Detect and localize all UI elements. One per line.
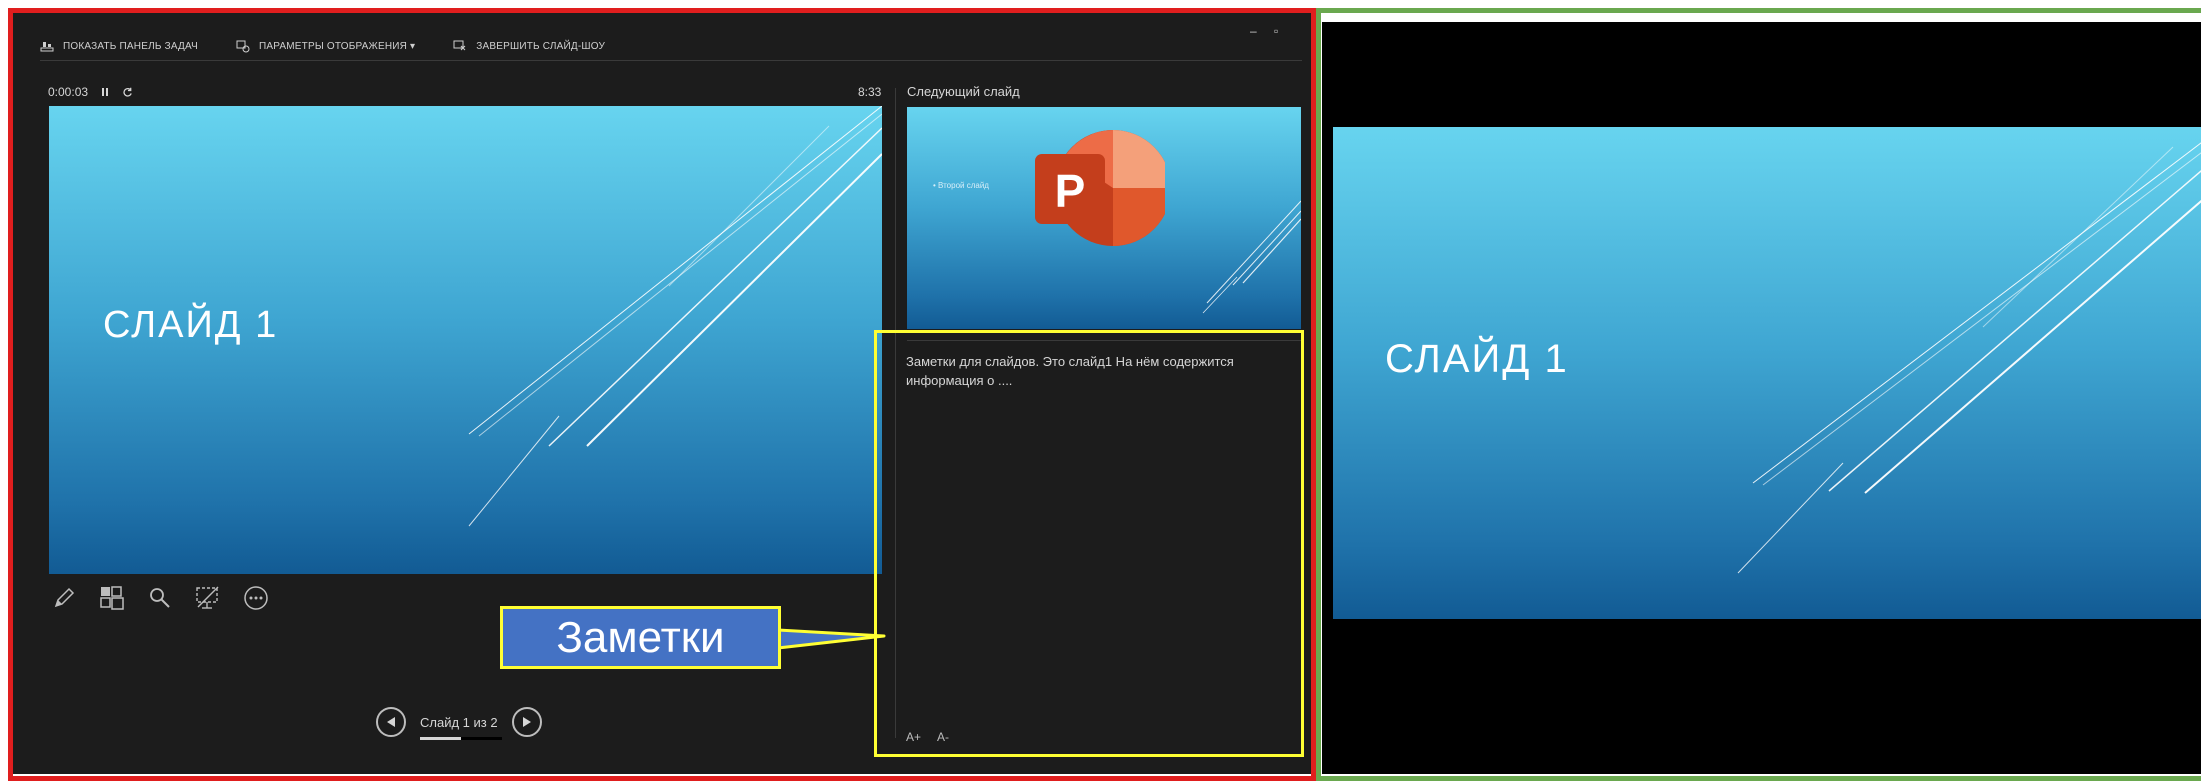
- taskbar-icon: [40, 42, 54, 52]
- zoom-button[interactable]: [146, 584, 174, 612]
- reset-icon[interactable]: [122, 87, 133, 98]
- next-slide-bullet: • Второй слайд: [933, 181, 989, 190]
- slide-pager: Слайд 1 из 2: [376, 707, 542, 740]
- slide-counter[interactable]: Слайд 1 из 2: [420, 714, 502, 740]
- slide-progress-bar: [420, 736, 502, 740]
- display-settings-label: ПАРАМЕТРЫ ОТОБРАЖЕНИЯ ▾: [258, 40, 416, 52]
- arrow-left-icon: [387, 717, 395, 727]
- previous-slide-button[interactable]: [376, 707, 406, 737]
- display-settings-button[interactable]: ПАРАМЕТРЫ ОТОБРАЖЕНИЯ ▾: [236, 39, 415, 53]
- more-options-icon: [244, 586, 268, 610]
- show-taskbar-button[interactable]: ПОКАЗАТЬ ПАНЕЛЬ ЗАДАЧ: [40, 39, 198, 53]
- slide-counter-label: Слайд 1 из 2: [420, 714, 498, 730]
- magnifier-icon: [150, 588, 170, 608]
- end-show-icon: [453, 40, 466, 51]
- svg-text:P: P: [1055, 165, 1086, 217]
- presenter-toolbar: ПОКАЗАТЬ ПАНЕЛЬ ЗАДАЧ ПАРАМЕТРЫ ОТОБРАЖЕ…: [40, 36, 605, 56]
- show-taskbar-label: ПОКАЗАТЬ ПАНЕЛЬ ЗАДАЧ: [63, 40, 198, 52]
- clock: 8:33: [858, 85, 882, 99]
- current-slide[interactable]: СЛАЙД 1: [49, 106, 882, 574]
- see-all-slides-button[interactable]: [98, 584, 126, 612]
- slide-progress-fill: [420, 736, 461, 740]
- grid-icon: [100, 586, 124, 610]
- more-options-button[interactable]: [242, 584, 270, 612]
- elapsed-time: 0:00:03: [48, 85, 89, 99]
- end-show-label: ЗАВЕРШИТЬ СЛАЙД-ШОУ: [476, 40, 606, 52]
- restore-button[interactable]: ▫: [1274, 24, 1278, 38]
- audience-slide-title: СЛАЙД 1: [1385, 337, 1569, 381]
- toolbar-divider: [40, 60, 1302, 61]
- minimize-button[interactable]: –: [1250, 24, 1257, 38]
- display-settings-icon: [236, 40, 250, 53]
- elapsed-timer: 0:00:03: [48, 85, 133, 99]
- pen-icon: [54, 587, 75, 608]
- notes-callout: Заметки: [500, 606, 781, 669]
- slide-tools: [50, 584, 270, 612]
- black-screen-icon: [196, 586, 219, 609]
- powerpoint-logo-icon: P: [1035, 130, 1165, 246]
- next-slide-button[interactable]: [511, 707, 542, 737]
- audience-slide[interactable]: СЛАЙД 1: [1333, 127, 2201, 619]
- end-show-button[interactable]: ЗАВЕРШИТЬ СЛАЙД-ШОУ: [453, 39, 605, 53]
- current-slide-title: СЛАЙД 1: [103, 304, 279, 346]
- next-slide-label: Следующий слайд: [907, 84, 1020, 99]
- audience-view: СЛАЙД 1: [1322, 22, 2201, 774]
- arrow-right-icon: [522, 717, 531, 727]
- pause-icon[interactable]: [100, 87, 110, 97]
- pen-tool-button[interactable]: [50, 584, 78, 612]
- black-screen-button[interactable]: [194, 584, 222, 612]
- notes-highlight: [874, 330, 1304, 757]
